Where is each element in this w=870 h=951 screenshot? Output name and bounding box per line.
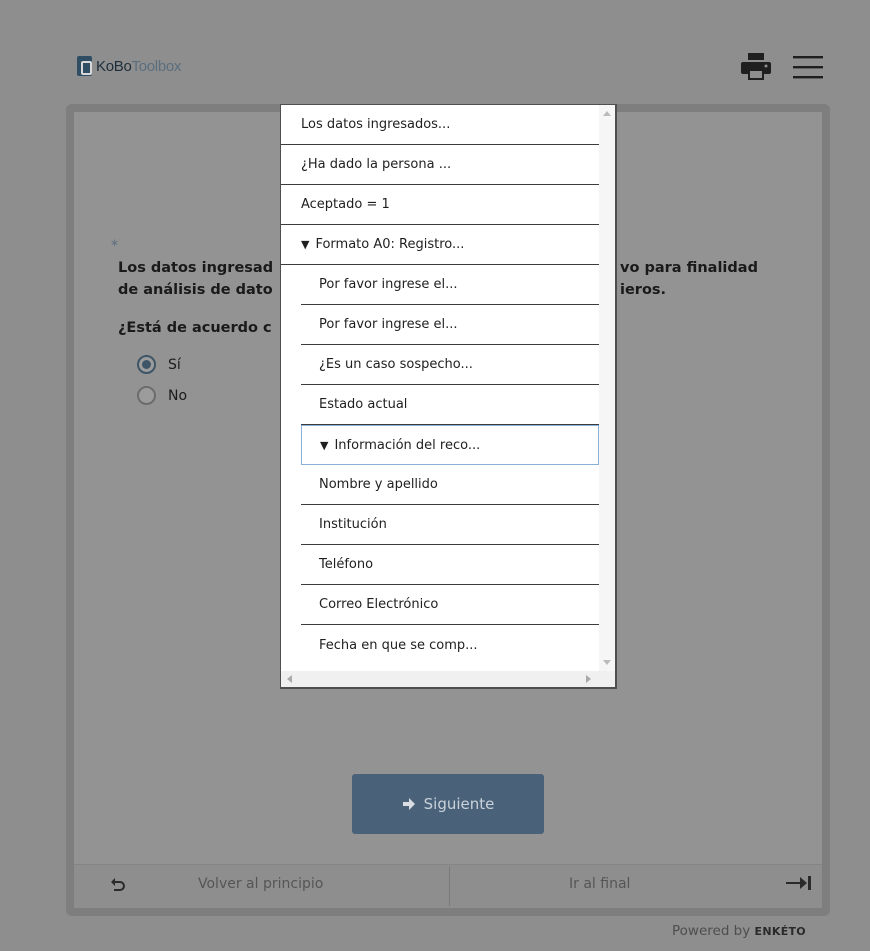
horizontal-scrollbar[interactable] <box>281 671 599 687</box>
logo-toolbox: Toolbox <box>131 57 182 75</box>
go-to-end-link[interactable]: Ir al final <box>560 876 820 892</box>
powered-by: Powered by ENKÉTO <box>672 923 806 939</box>
undo-arrow-icon <box>111 878 125 891</box>
logo-text: KoBoToolbox <box>96 58 181 75</box>
back-to-start-link[interactable]: Volver al principio <box>110 876 410 892</box>
scrollbar-corner <box>599 671 615 687</box>
scroll-down-icon[interactable] <box>603 660 611 665</box>
logo-ko: KoBo <box>96 57 132 75</box>
toc-item[interactable]: Correo Electrónico <box>301 585 599 625</box>
toc-item[interactable]: Institución <box>301 505 599 545</box>
kobo-logo-icon <box>77 56 92 76</box>
printer-icon[interactable] <box>740 52 772 82</box>
footer-divider <box>449 866 450 906</box>
radio-option-no[interactable]: No <box>137 386 187 405</box>
radio-option-si[interactable]: Sí <box>137 355 181 374</box>
radio-button-checked[interactable] <box>137 355 156 374</box>
toc-item[interactable]: Fecha en que se comp... <box>301 625 599 665</box>
toc-item[interactable]: Aceptado = 1 <box>281 185 599 225</box>
toc-item[interactable]: Por favor ingrese el... <box>301 265 599 305</box>
powered-by-text: Powered by <box>672 923 751 939</box>
scroll-up-icon[interactable] <box>603 111 611 116</box>
table-of-contents-dropdown[interactable]: Los datos ingresados... ¿Ha dado la perso… <box>280 104 617 689</box>
toc-item[interactable]: Estado actual <box>301 385 599 425</box>
back-to-start-label: Volver al principio <box>198 876 324 892</box>
toc-item[interactable]: Por favor ingrese el... <box>301 305 599 345</box>
toc-list: Los datos ingresados... ¿Ha dado la perso… <box>281 105 599 665</box>
question-line-1: Los datos ingresad <box>118 260 274 276</box>
vertical-scrollbar[interactable] <box>599 105 615 671</box>
toc-item[interactable]: Información del reco... <box>301 425 599 465</box>
toc-item[interactable]: ¿Ha dado la persona ... <box>281 145 599 185</box>
question-hint: ¿Está de acuerdo c <box>118 320 272 336</box>
go-to-end-label: Ir al final <box>569 876 631 892</box>
scroll-right-icon[interactable] <box>586 675 591 683</box>
toc-item[interactable]: ¿Es un caso sospecho... <box>301 345 599 385</box>
question-line-2-right: ieros. <box>620 282 667 298</box>
scroll-left-icon[interactable] <box>287 675 292 683</box>
arrow-right-icon <box>402 798 415 810</box>
kobotoolbox-logo: KoBoToolbox <box>77 56 181 76</box>
required-marker: * <box>111 238 118 254</box>
toc-item[interactable]: Los datos ingresados... <box>281 105 599 145</box>
radio-label: No <box>168 387 188 404</box>
question-line-1-right: vo para finalidad <box>620 260 758 276</box>
enketo-logo: ENKÉTO <box>754 925 806 938</box>
hamburger-menu-icon[interactable] <box>792 54 824 80</box>
toc-item[interactable]: Formato A0: Registro... <box>281 225 599 265</box>
next-button-label: Siguiente <box>423 795 495 813</box>
radio-button[interactable] <box>137 386 156 405</box>
toc-item[interactable]: Teléfono <box>301 545 599 585</box>
arrow-to-end-icon <box>786 876 811 890</box>
toc-item[interactable]: Nombre y apellido <box>301 465 599 505</box>
question-line-2: de análisis de dato <box>118 282 273 298</box>
next-button[interactable]: Siguiente <box>352 774 544 834</box>
radio-label: Sí <box>168 356 181 373</box>
header: KoBoToolbox <box>0 0 870 104</box>
